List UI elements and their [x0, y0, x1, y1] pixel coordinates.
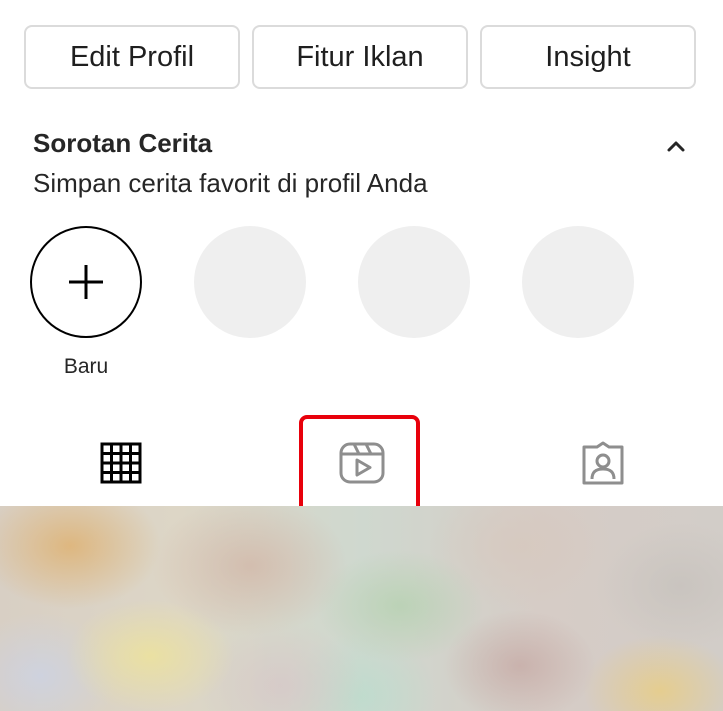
chevron-up-icon[interactable] — [662, 132, 690, 160]
ad-tools-label: Fitur Iklan — [296, 40, 424, 73]
tab-posts-grid[interactable] — [0, 420, 241, 506]
highlights-subtitle: Simpan cerita favorit di profil Anda — [33, 168, 428, 198]
tab-tagged[interactable] — [482, 420, 723, 506]
highlights-title: Sorotan Cerita — [33, 128, 213, 158]
highlight-placeholder — [194, 226, 306, 338]
tagged-person-icon — [582, 441, 623, 485]
highlight-placeholder — [358, 226, 470, 338]
grid-icon — [100, 442, 141, 484]
edit-profile-label: Edit Profil — [69, 40, 195, 73]
reels-icon — [339, 442, 384, 484]
plus-icon — [69, 265, 103, 299]
posts-grid-preview — [0, 506, 723, 711]
ad-tools-button[interactable]: Fitur Iklan — [252, 25, 468, 89]
edit-profile-button[interactable]: Edit Profil — [24, 25, 240, 89]
insights-label: Insight — [545, 40, 631, 73]
new-highlight-label: Baru — [63, 355, 109, 378]
highlight-placeholder — [522, 226, 634, 338]
tab-reels[interactable] — [241, 420, 482, 506]
insights-button[interactable]: Insight — [480, 25, 696, 89]
new-highlight-button[interactable] — [30, 226, 142, 338]
